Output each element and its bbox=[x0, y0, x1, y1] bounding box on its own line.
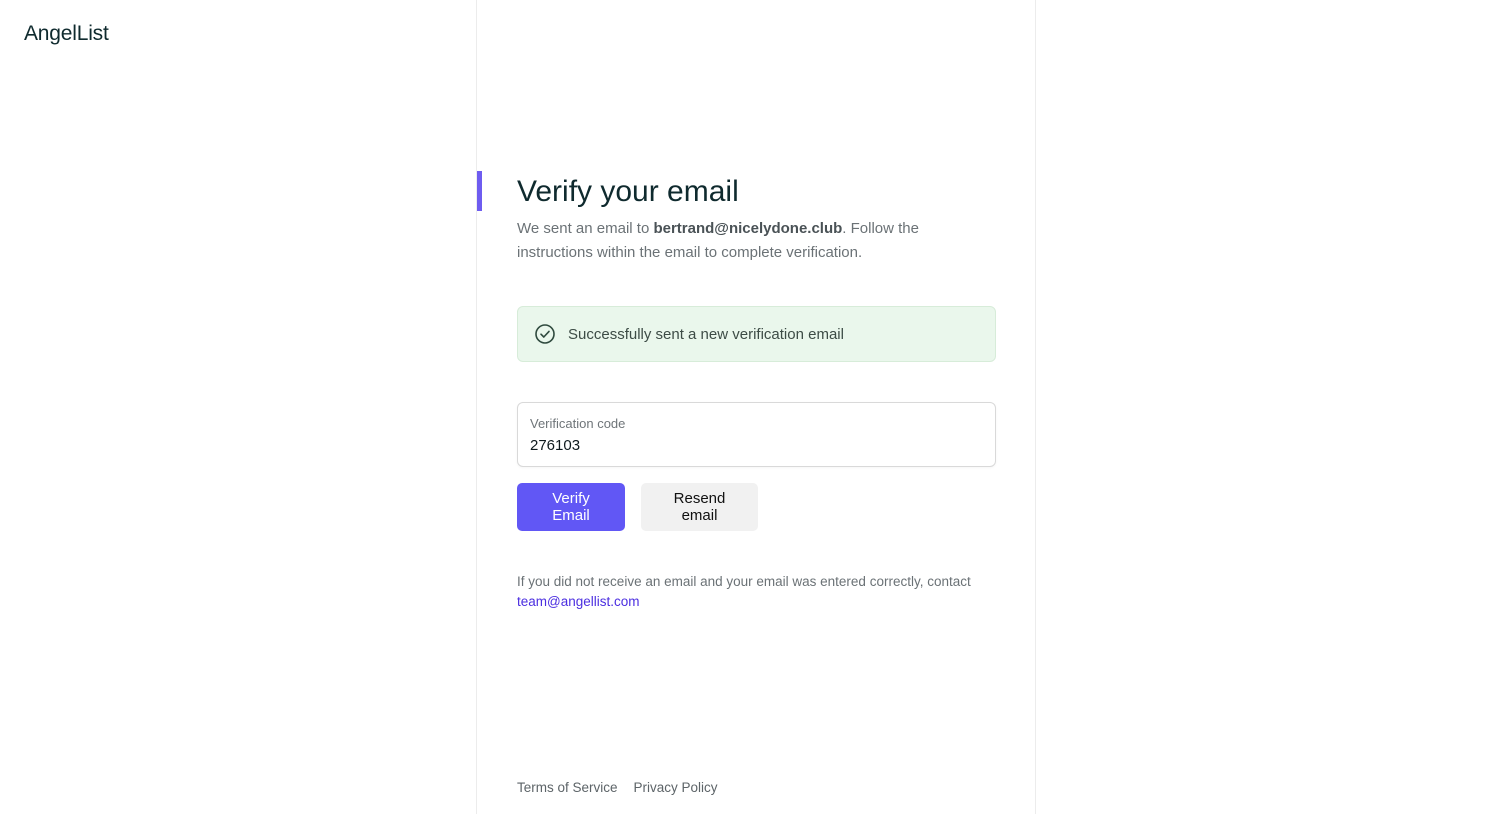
footer-links: Terms of Service Privacy Policy bbox=[517, 780, 718, 795]
verification-code-label: Verification code bbox=[530, 416, 626, 431]
success-alert: Successfully sent a new verification ema… bbox=[517, 306, 996, 362]
main-column: Verify your email We sent an email to be… bbox=[476, 0, 1036, 814]
terms-of-service-link[interactable]: Terms of Service bbox=[517, 780, 618, 795]
title-accent-bar bbox=[477, 171, 482, 211]
angellist-logo[interactable]: AngelList bbox=[24, 22, 109, 46]
help-text: If you did not receive an email and your… bbox=[517, 572, 996, 612]
check-circle-icon bbox=[534, 323, 556, 345]
user-email: bertrand@nicelydone.club bbox=[653, 220, 843, 237]
verification-code-field[interactable]: Verification code bbox=[517, 402, 996, 467]
verification-code-input[interactable] bbox=[530, 437, 983, 454]
verify-email-panel: Verify your email We sent an email to be… bbox=[517, 174, 996, 612]
action-buttons: Verify Email Resend email bbox=[517, 483, 996, 531]
instructions-prefix: We sent an email to bbox=[517, 220, 654, 237]
contact-email-link[interactable]: team@angellist.com bbox=[517, 592, 996, 612]
privacy-policy-link[interactable]: Privacy Policy bbox=[634, 780, 718, 795]
verify-email-button[interactable]: Verify Email bbox=[517, 483, 625, 531]
help-message: If you did not receive an email and your… bbox=[517, 574, 971, 589]
resend-email-button[interactable]: Resend email bbox=[641, 483, 758, 531]
instructions-text: We sent an email to bertrand@nicelydone.… bbox=[517, 217, 996, 265]
alert-message: Successfully sent a new verification ema… bbox=[568, 325, 844, 343]
page-title: Verify your email bbox=[517, 175, 739, 208]
